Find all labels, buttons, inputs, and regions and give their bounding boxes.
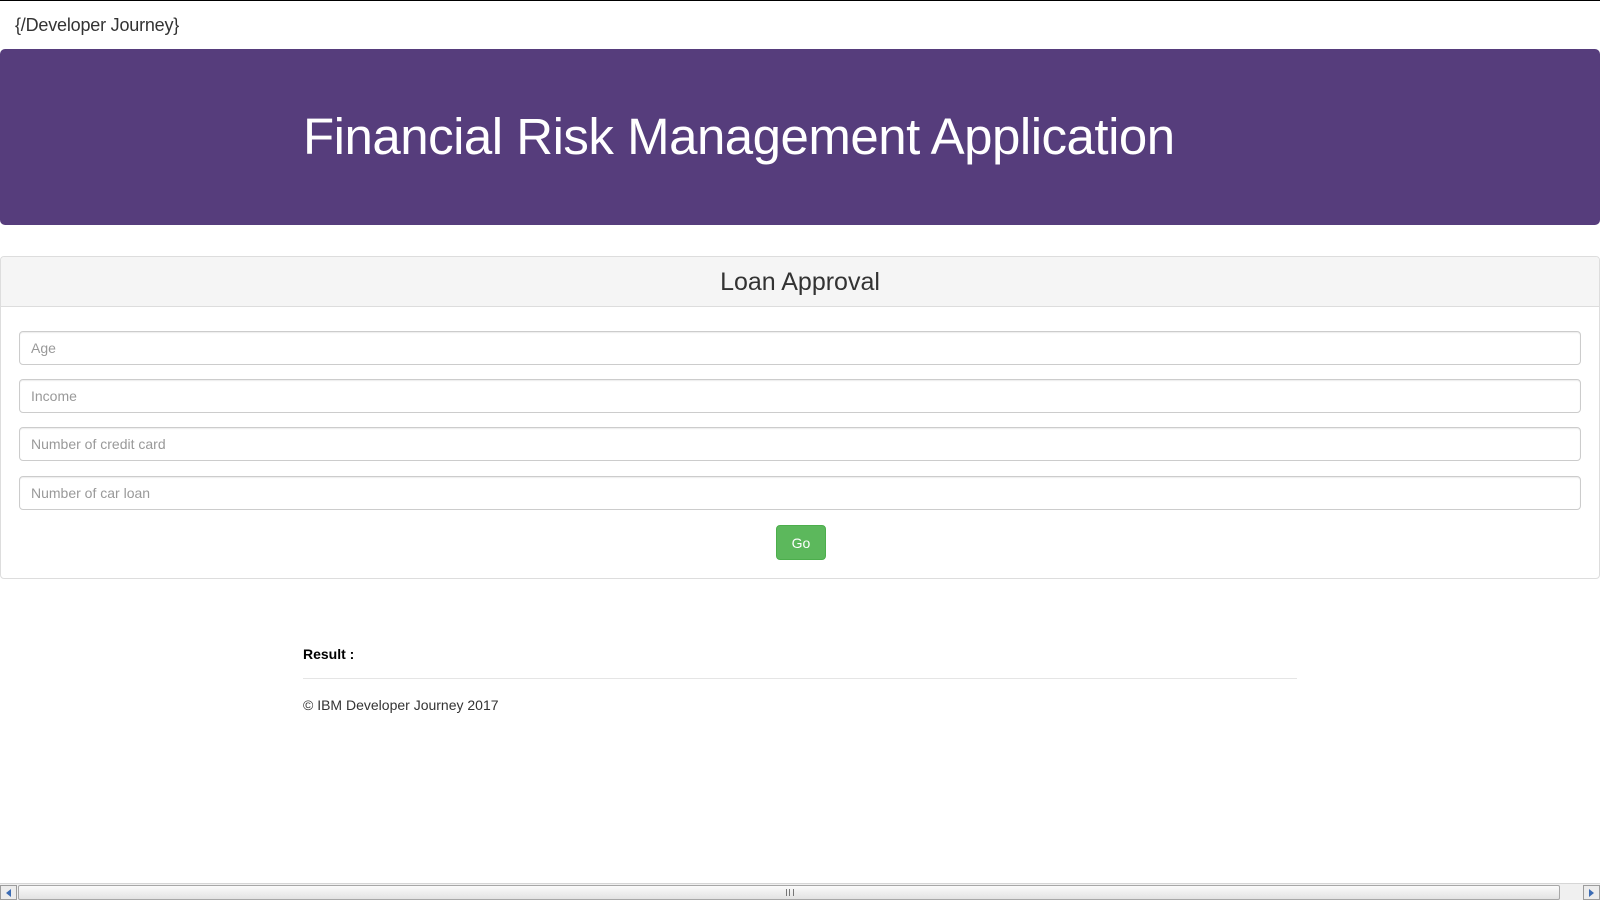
panel-title: Loan Approval (720, 268, 880, 296)
navbar-brand-link[interactable]: {/Developer Journey} (15, 15, 179, 36)
age-input[interactable] (19, 331, 1581, 365)
navbar: {/Developer Journey} (0, 1, 1600, 49)
result-label: Result : (303, 646, 355, 662)
page-title: Financial Risk Management Application (303, 108, 1175, 165)
income-input[interactable] (19, 379, 1581, 413)
footer-copyright: © IBM Developer Journey 2017 (303, 697, 499, 713)
footer-divider (303, 678, 1297, 679)
credit-card-count-input[interactable] (19, 427, 1581, 461)
car-loan-count-input[interactable] (19, 476, 1581, 510)
scroll-right-button[interactable] (1583, 885, 1600, 900)
panel-heading: Loan Approval (1, 257, 1599, 307)
go-button[interactable]: Go (776, 525, 826, 560)
scroll-left-button[interactable] (0, 885, 17, 900)
arrow-left-icon (6, 888, 11, 897)
horizontal-scrollbar[interactable] (0, 883, 1600, 900)
loan-approval-panel: Loan Approval Go (0, 256, 1600, 579)
jumbotron-banner: Financial Risk Management Application (0, 49, 1600, 225)
scrollbar-thumb[interactable] (18, 885, 1560, 900)
grip-icon (786, 889, 794, 896)
arrow-right-icon (1589, 888, 1594, 897)
